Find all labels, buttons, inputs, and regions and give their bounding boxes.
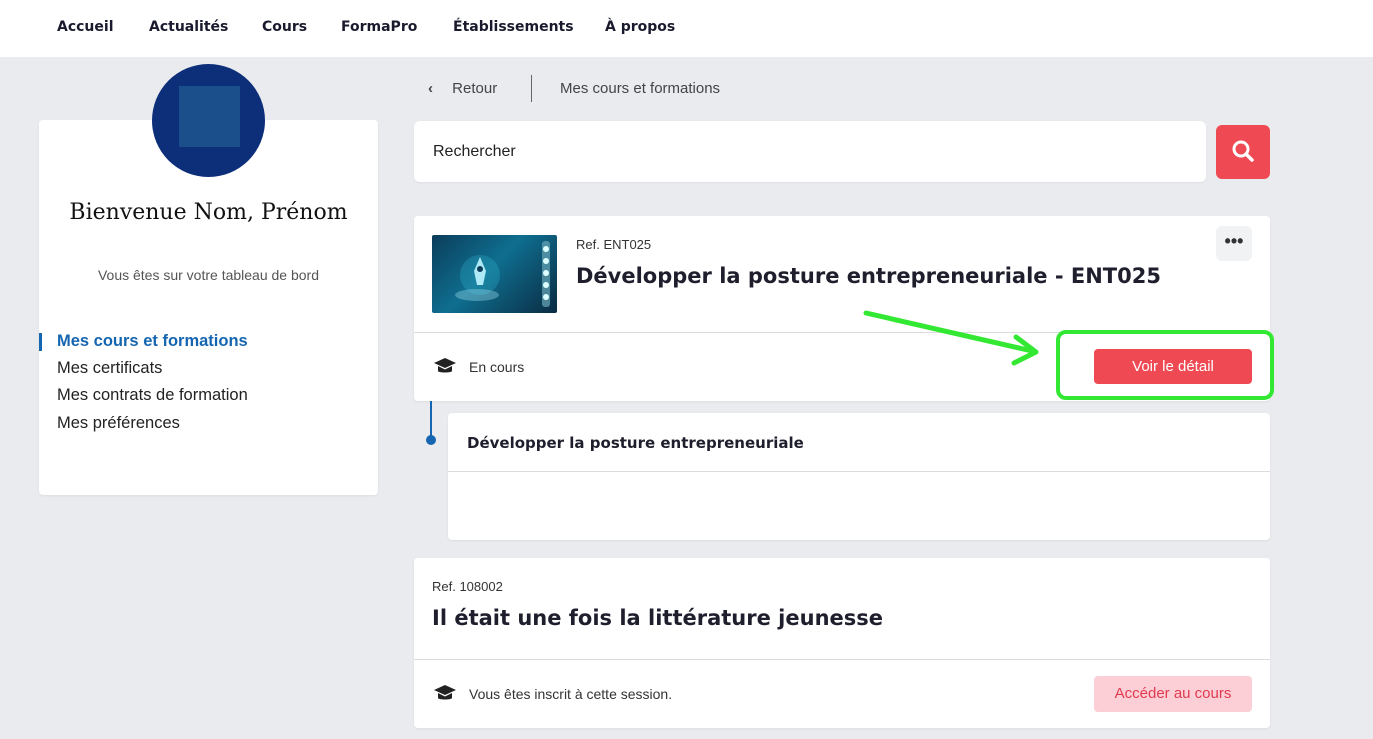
breadcrumb-current: Mes cours et formations (560, 80, 721, 97)
nav-item-cours[interactable]: Cours (262, 19, 307, 35)
more-horizontal-icon: ••• (1224, 231, 1244, 251)
annotation-arrow-icon (863, 310, 1039, 366)
chevron-left-icon: ‹ (428, 80, 433, 97)
course-thumbnail (432, 235, 557, 313)
module-title[interactable]: Développer la posture entrepreneuriale (467, 434, 804, 452)
search-container (414, 121, 1206, 182)
sidebar-item-mes-contrats[interactable]: Mes contrats de formation (57, 386, 248, 405)
graduation-cap-icon (434, 685, 456, 700)
card-divider (414, 332, 1270, 333)
course-title[interactable]: Développer la posture entrepreneuriale -… (576, 264, 1161, 288)
avatar-image (179, 86, 240, 147)
course-status: En cours (469, 359, 525, 375)
card-divider (414, 659, 1270, 660)
course-ref: Ref. 108002 (432, 579, 503, 594)
voir-le-detail-button[interactable]: Voir le détail (1094, 349, 1252, 384)
acceder-au-cours-button[interactable]: Accéder au cours (1094, 676, 1252, 712)
more-options-button[interactable]: ••• (1216, 226, 1252, 261)
search-icon (1232, 140, 1254, 162)
course-title[interactable]: Il était une fois la littérature jeuness… (432, 606, 883, 630)
welcome-heading: Bienvenue Nom, Prénom (69, 200, 348, 225)
nav-item-accueil[interactable]: Accueil (57, 19, 114, 35)
module-card: Développer la posture entrepreneuriale (448, 413, 1270, 540)
nav-item-actualites[interactable]: Actualités (149, 19, 228, 35)
course-card: Ref. 108002 Il était une fois la littéra… (414, 558, 1270, 728)
nav-item-formapro[interactable]: FormaPro (341, 19, 417, 35)
module-divider (448, 471, 1270, 472)
sidebar-item-mes-preferences[interactable]: Mes préférences (57, 414, 180, 433)
search-button[interactable] (1216, 125, 1270, 179)
nav-item-etablissements[interactable]: Établissements (453, 19, 574, 35)
sidebar-item-mes-cours[interactable]: Mes cours et formations (57, 332, 248, 351)
timeline-dot (426, 435, 436, 445)
dashboard-subtitle: Vous êtes sur votre tableau de bord (97, 267, 320, 283)
course-card: Ref. ENT025 Développer la posture entrep… (414, 216, 1270, 401)
graduation-cap-icon (434, 358, 456, 373)
search-input[interactable] (414, 121, 1206, 182)
top-navigation: Accueil Actualités Cours FormaPro Établi… (0, 0, 1373, 57)
course-status: Vous êtes inscrit à cette session. (469, 686, 673, 702)
avatar (152, 64, 265, 177)
nav-item-a-propos[interactable]: À propos (605, 19, 675, 35)
sidebar-item-mes-certificats[interactable]: Mes certificats (57, 359, 162, 378)
active-indicator (39, 333, 42, 351)
back-link[interactable]: ‹ Retour (428, 80, 497, 97)
back-label: Retour (452, 80, 498, 97)
course-ref: Ref. ENT025 (576, 237, 652, 252)
breadcrumb-separator (531, 75, 532, 102)
